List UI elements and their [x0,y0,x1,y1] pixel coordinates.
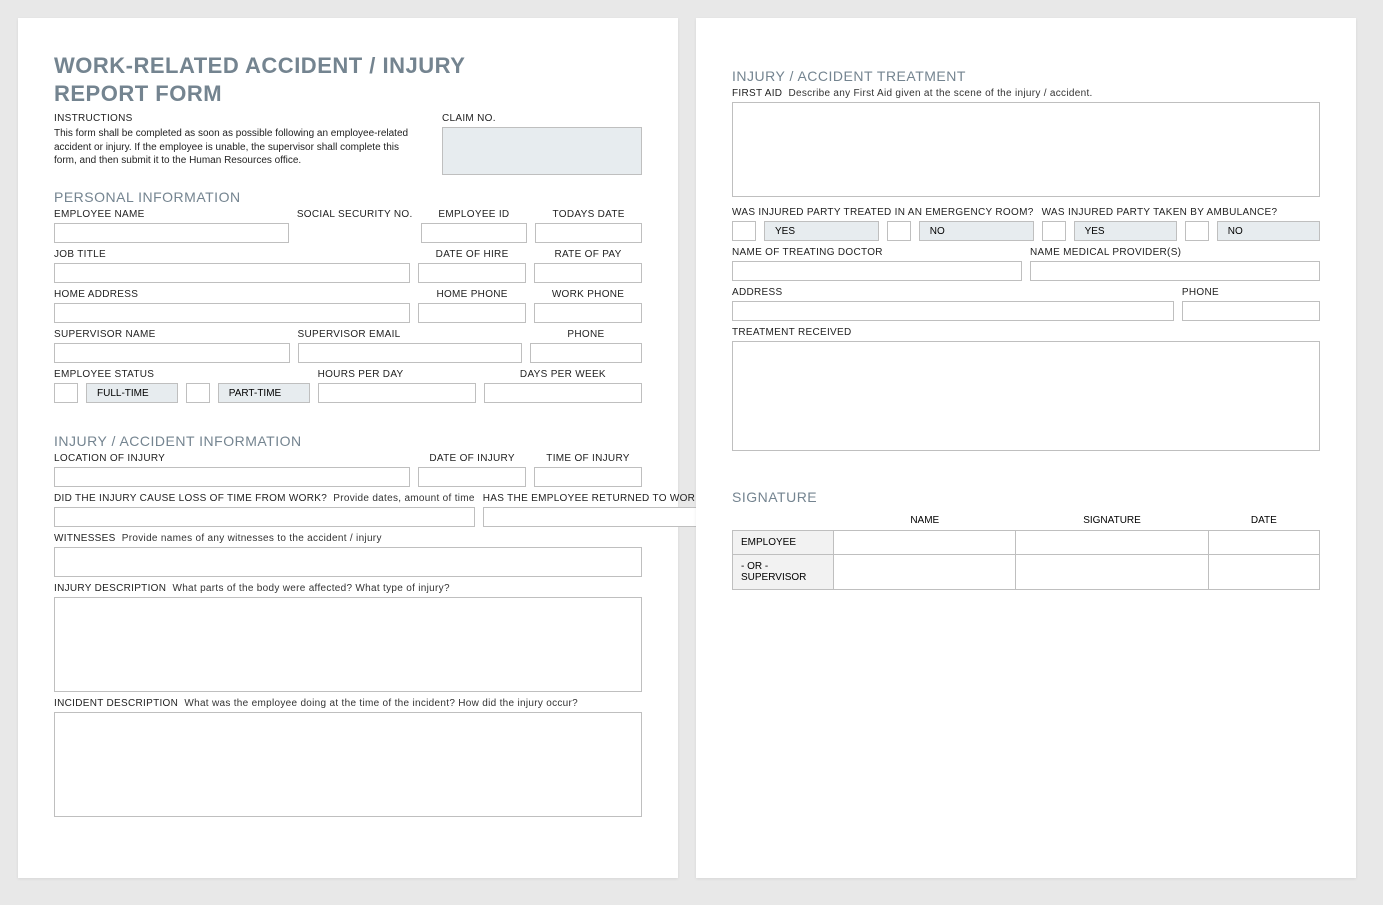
sig-employee-signature[interactable] [1016,531,1208,555]
instructions-text: This form shall be completed as soon as … [54,127,414,168]
todays-date-label: TODAYS DATE [535,209,642,220]
form-title: WORK-RELATED ACCIDENT / INJURYREPORT FOR… [54,52,642,107]
part-time-label: PART-TIME [218,383,310,403]
section-injury-info: INJURY / ACCIDENT INFORMATION [54,433,642,449]
work-phone-input[interactable] [534,303,642,323]
employee-name-label: EMPLOYEE NAME [54,209,289,220]
job-title-input[interactable] [54,263,410,283]
full-time-label: FULL-TIME [86,383,178,403]
returned-to-work-input[interactable] [483,507,708,527]
medical-provider-input[interactable] [1030,261,1320,281]
amb-yes-checkbox[interactable] [1042,221,1066,241]
er-question-label: WAS INJURED PARTY TREATED IN AN EMERGENC… [732,207,1034,218]
employee-status-label: EMPLOYEE STATUS [54,369,310,380]
date-of-injury-label: DATE OF INJURY [418,453,526,464]
work-phone-label: WORK PHONE [534,289,642,300]
todays-date-input[interactable] [535,223,642,243]
sig-row-supervisor-label: - OR - SUPERVISOR [733,555,834,590]
er-yes-checkbox[interactable] [732,221,756,241]
sig-col-name: NAME [834,509,1016,531]
incident-desc-input[interactable] [54,712,642,817]
provider-phone-label: PHONE [1182,287,1320,298]
date-of-hire-label: DATE OF HIRE [418,249,526,260]
supervisor-phone-input[interactable] [530,343,642,363]
days-per-week-input[interactable] [484,383,642,403]
medical-provider-label: NAME MEDICAL PROVIDER(S) [1030,247,1320,258]
time-of-injury-label: TIME OF INJURY [534,453,642,464]
treatment-received-input[interactable] [732,341,1320,451]
employee-id-label: EMPLOYEE ID [421,209,528,220]
days-per-week-label: DAYS PER WEEK [484,369,642,380]
job-title-label: JOB TITLE [54,249,410,260]
sig-supervisor-date[interactable] [1208,555,1319,590]
sig-employee-name[interactable] [834,531,1016,555]
claim-no-label: CLAIM NO. [442,113,642,124]
home-address-label: HOME ADDRESS [54,289,410,300]
section-personal: PERSONAL INFORMATION [54,189,642,205]
provider-phone-input[interactable] [1182,301,1320,321]
injury-desc-label: INJURY DESCRIPTION What parts of the bod… [54,583,642,594]
signature-table: NAME SIGNATURE DATE EMPLOYEE - OR - SUPE… [732,509,1320,590]
home-phone-input[interactable] [418,303,526,323]
sig-employee-date[interactable] [1208,531,1319,555]
witnesses-input[interactable] [54,547,642,577]
er-yes-label: YES [764,221,879,241]
hours-per-day-label: HOURS PER DAY [318,369,476,380]
supervisor-name-label: SUPERVISOR NAME [54,329,290,340]
injury-desc-input[interactable] [54,597,642,692]
incident-desc-label: INCIDENT DESCRIPTION What was the employ… [54,698,642,709]
first-aid-label: FIRST AID Describe any First Aid given a… [732,88,1320,99]
home-address-input[interactable] [54,303,410,323]
er-no-label: NO [919,221,1034,241]
treating-doctor-input[interactable] [732,261,1022,281]
sig-col-date: DATE [1208,509,1319,531]
sig-col-signature: SIGNATURE [1016,509,1208,531]
date-of-injury-input[interactable] [418,467,526,487]
section-signature: SIGNATURE [732,489,1320,505]
location-of-injury-input[interactable] [54,467,410,487]
date-of-hire-input[interactable] [418,263,526,283]
part-time-checkbox[interactable] [186,383,210,403]
ssn-label: SOCIAL SECURITY NO. [297,209,413,220]
sig-supervisor-name[interactable] [834,555,1016,590]
loss-of-time-label: DID THE INJURY CAUSE LOSS OF TIME FROM W… [54,493,475,504]
home-phone-label: HOME PHONE [418,289,526,300]
witnesses-label: WITNESSES Provide names of any witnesses… [54,533,642,544]
amb-no-checkbox[interactable] [1185,221,1209,241]
full-time-checkbox[interactable] [54,383,78,403]
treating-doctor-label: NAME OF TREATING DOCTOR [732,247,1022,258]
supervisor-email-input[interactable] [298,343,522,363]
employee-name-input[interactable] [54,223,289,243]
amb-yes-label: YES [1074,221,1177,241]
rate-of-pay-input[interactable] [534,263,642,283]
treatment-received-label: TREATMENT RECEIVED [732,327,1320,338]
ambulance-question-label: WAS INJURED PARTY TAKEN BY AMBULANCE? [1042,207,1320,218]
claim-no-input[interactable] [442,127,642,175]
loss-of-time-input[interactable] [54,507,475,527]
location-of-injury-label: LOCATION OF INJURY [54,453,410,464]
supervisor-name-input[interactable] [54,343,290,363]
supervisor-phone-label: PHONE [530,329,642,340]
er-no-checkbox[interactable] [887,221,911,241]
hours-per-day-input[interactable] [318,383,476,403]
first-aid-input[interactable] [732,102,1320,197]
sig-row-employee-label: EMPLOYEE [733,531,834,555]
time-of-injury-input[interactable] [534,467,642,487]
page-1: WORK-RELATED ACCIDENT / INJURYREPORT FOR… [18,18,678,878]
employee-id-input[interactable] [421,223,528,243]
instructions-label: INSTRUCTIONS [54,113,422,124]
amb-no-label: NO [1217,221,1320,241]
provider-address-label: ADDRESS [732,287,1174,298]
rate-of-pay-label: RATE OF PAY [534,249,642,260]
supervisor-email-label: SUPERVISOR EMAIL [298,329,522,340]
provider-address-input[interactable] [732,301,1174,321]
returned-to-work-label: HAS THE EMPLOYEE RETURNED TO WORK? [483,493,708,504]
section-treatment: INJURY / ACCIDENT TREATMENT [732,68,1320,84]
page-2: INJURY / ACCIDENT TREATMENT FIRST AID De… [696,18,1356,878]
sig-supervisor-signature[interactable] [1016,555,1208,590]
